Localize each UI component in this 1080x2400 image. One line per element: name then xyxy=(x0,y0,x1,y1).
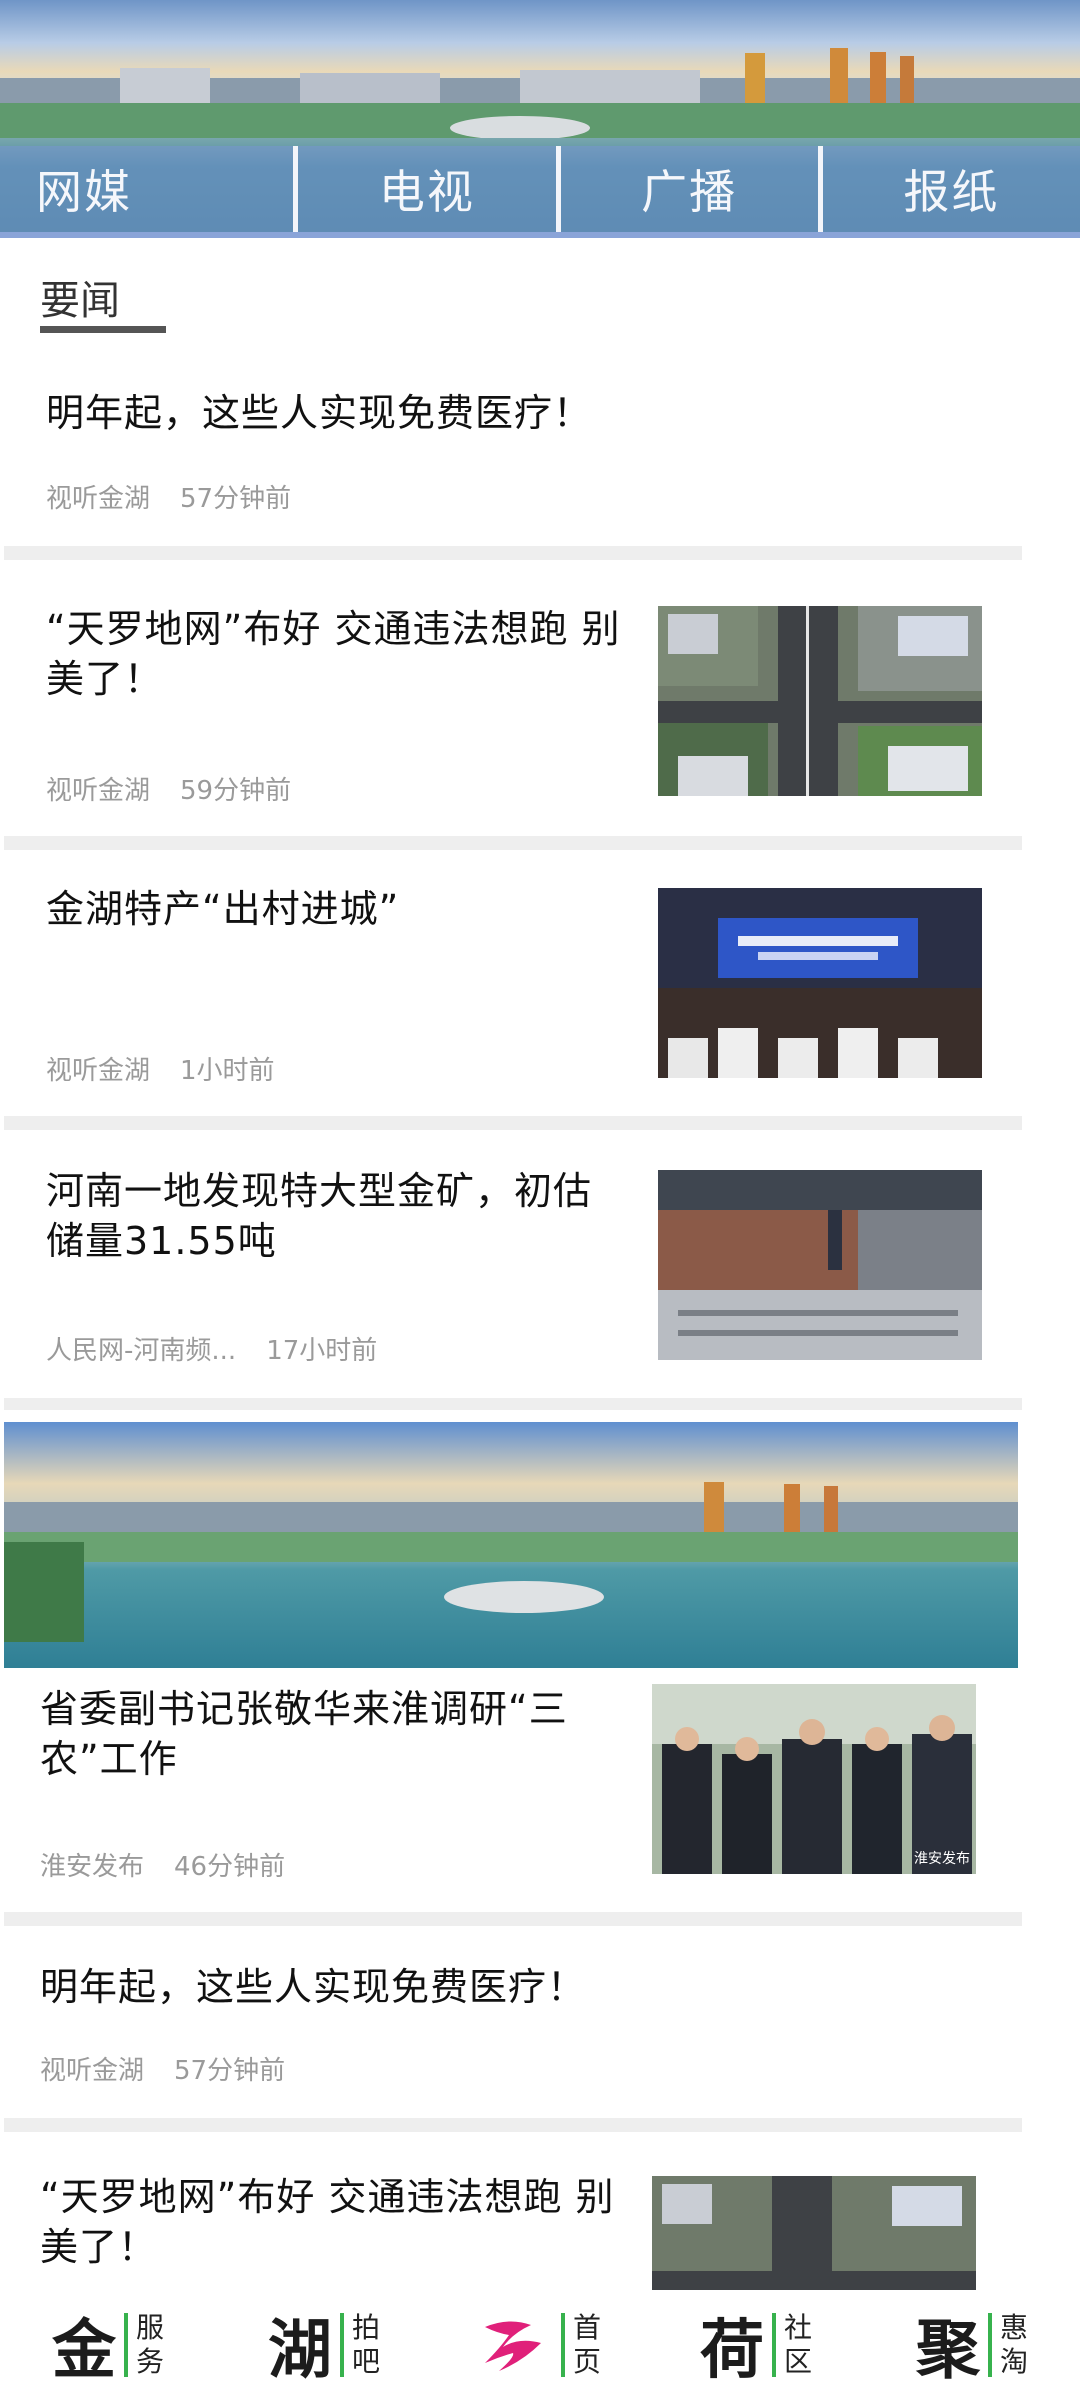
news-title: 明年起，这些人实现免费医疗！ xyxy=(46,391,593,435)
divider xyxy=(4,1116,1022,1130)
news-thumbnail-conference xyxy=(658,888,982,1078)
news-source: 视听金湖 xyxy=(46,1056,151,1086)
nav-big-char: 金 xyxy=(51,2313,116,2388)
news-source: 淮安发布 xyxy=(40,1852,145,1882)
nav-accent-bar xyxy=(123,2313,128,2377)
news-time: 57分钟前 xyxy=(180,484,292,514)
app-logo-icon xyxy=(484,2321,541,2371)
nav-label-char: 首 xyxy=(572,2311,601,2344)
divider xyxy=(4,546,1022,560)
nav-label-char: 社 xyxy=(783,2311,812,2344)
nav-accent-bar xyxy=(560,2313,565,2377)
thumbnail-watermark: 淮安发布 xyxy=(914,1851,970,1867)
nav-label-char: 页 xyxy=(572,2345,601,2378)
nav-label-char: 拍 xyxy=(351,2311,380,2344)
news-title: “天罗地网”布好 交通违法想跑 别美了！ xyxy=(46,607,621,701)
nav-jin-service[interactable]: 金 服 务 xyxy=(0,2299,216,2391)
banner-city-skyline xyxy=(0,48,1080,138)
news-time: 57分钟前 xyxy=(174,2056,286,2086)
nav-big-char: 聚 xyxy=(915,2313,980,2388)
nav-label-char: 惠 xyxy=(999,2311,1028,2344)
news-time: 1小时前 xyxy=(180,1056,275,1086)
news-time: 17小时前 xyxy=(266,1336,378,1366)
nav-hu-photo[interactable]: 湖 拍 吧 xyxy=(216,2299,432,2391)
section-underline xyxy=(40,326,166,333)
nav-home[interactable]: 首 页 xyxy=(432,2311,648,2379)
news-thumbnail-aerial-road xyxy=(658,606,982,796)
section-title: 要闻 xyxy=(40,278,120,324)
news-title: 河南一地发现特大型金矿，初估储量31.55吨 xyxy=(46,1169,593,1263)
nav-label-char: 吧 xyxy=(351,2345,380,2378)
news-meta: 淮安发布 46分钟前 xyxy=(40,1846,285,1883)
nav-accent-bar xyxy=(339,2313,344,2377)
news-thumbnail-officials: 淮安发布 xyxy=(652,1684,976,1874)
bottom-nav-bar: 金 服 务 湖 拍 吧 首 页 荷 社 区 聚 惠 淘 xyxy=(0,2290,1080,2400)
nav-label-char: 务 xyxy=(135,2345,164,2378)
top-banner: 网媒 电视 广播 报纸 xyxy=(0,0,1080,238)
nav-small-label: 首 页 xyxy=(573,2311,601,2379)
news-meta: 人民网-河南频... 17小时前 xyxy=(46,1330,377,1367)
news-meta: 视听金湖 59分钟前 xyxy=(46,770,291,807)
nav-big-char: 荷 xyxy=(699,2313,764,2388)
news-meta: 视听金湖 1小时前 xyxy=(46,1050,275,1087)
nav-small-label: 拍 吧 xyxy=(352,2311,380,2379)
nav-big-char: 湖 xyxy=(267,2313,332,2388)
tab-web-media[interactable]: 网媒 xyxy=(0,146,299,232)
news-title: 明年起，这些人实现免费医疗！ xyxy=(40,1965,587,2009)
news-source: 视听金湖 xyxy=(46,776,151,806)
news-meta: 视听金湖 57分钟前 xyxy=(46,478,291,515)
nav-accent-bar xyxy=(987,2313,992,2377)
nav-accent-bar xyxy=(771,2313,776,2377)
nav-small-label: 服 务 xyxy=(136,2311,164,2379)
divider xyxy=(4,836,1022,850)
divider xyxy=(4,1398,1022,1410)
nav-label-char: 服 xyxy=(135,2311,164,2344)
divider xyxy=(4,1912,1022,1926)
news-source: 视听金湖 xyxy=(40,2056,145,2086)
news-thumbnail-gold-ore xyxy=(658,1170,982,1360)
nav-label-char: 区 xyxy=(783,2345,812,2378)
nav-he-community[interactable]: 荷 社 区 xyxy=(648,2299,864,2391)
divider xyxy=(4,2118,1022,2132)
nav-small-label: 惠 淘 xyxy=(1000,2311,1028,2379)
news-title: 金湖特产“出村进城” xyxy=(46,887,400,931)
tab-radio[interactable]: 广播 xyxy=(561,146,823,232)
tab-tv[interactable]: 电视 xyxy=(298,146,561,232)
top-tab-bar: 网媒 电视 广播 报纸 xyxy=(0,146,1080,238)
news-thumbnail-aerial-road xyxy=(652,2176,976,2296)
news-time: 59分钟前 xyxy=(180,776,292,806)
news-time: 46分钟前 xyxy=(174,1852,286,1882)
nav-label-char: 淘 xyxy=(999,2345,1028,2378)
news-title: “天罗地网”布好 交通违法想跑 别美了！ xyxy=(40,2175,615,2269)
middle-banner-image xyxy=(4,1422,1018,1668)
nav-ju-deals[interactable]: 聚 惠 淘 xyxy=(864,2299,1080,2391)
news-meta: 视听金湖 57分钟前 xyxy=(40,2050,285,2087)
tab-newspaper[interactable]: 报纸 xyxy=(823,146,1080,232)
nav-small-label: 社 区 xyxy=(784,2311,812,2379)
news-source: 视听金湖 xyxy=(46,484,151,514)
news-source: 人民网-河南频... xyxy=(46,1336,237,1366)
news-title: 省委副书记张敬华来淮调研“三农”工作 xyxy=(40,1687,568,1781)
